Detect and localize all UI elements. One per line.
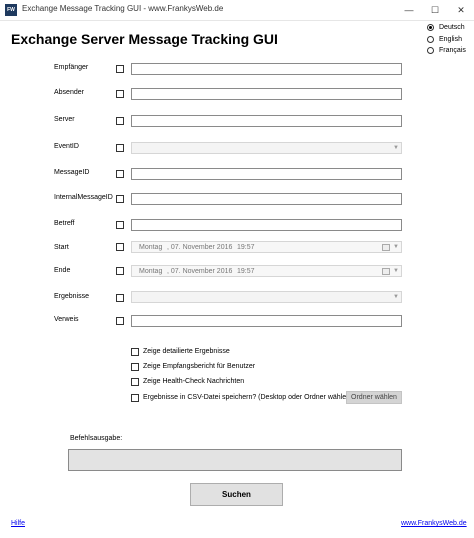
calendar-icon[interactable] <box>382 268 390 275</box>
message-id-checkbox[interactable] <box>116 170 124 178</box>
server-input[interactable] <box>131 115 402 127</box>
command-output-box[interactable] <box>68 449 402 471</box>
search-button[interactable]: Suchen <box>190 483 283 506</box>
window-title: Exchange Message Tracking GUI - www.Fran… <box>22 4 224 13</box>
end-weekday: Montag <box>139 268 163 275</box>
event-id-select[interactable]: ▼ <box>131 142 402 154</box>
option-checkbox[interactable] <box>131 363 139 371</box>
chevron-down-icon: ▼ <box>393 294 399 300</box>
recipient-label: Empfänger <box>54 64 89 71</box>
internal-message-id-label: InternalMessageID <box>54 194 113 201</box>
results-select[interactable]: ▼ <box>131 291 402 303</box>
start-time: 19:57 <box>237 244 255 251</box>
choose-folder-button[interactable]: Ordner wählen <box>346 391 402 404</box>
start-date: , 07. November 2016 <box>167 244 233 251</box>
results-label: Ergebnisse <box>54 293 90 300</box>
end-datetime-picker[interactable]: Montag , 07. November 2016 19:57 ▼ <box>131 265 402 277</box>
subject-checkbox[interactable] <box>116 221 124 229</box>
start-datetime-picker[interactable]: Montag , 07. November 2016 19:57 ▼ <box>131 241 402 253</box>
recipient-checkbox[interactable] <box>116 65 124 73</box>
subject-input[interactable] <box>131 219 402 231</box>
reference-label: Verweis <box>54 316 79 323</box>
internal-message-id-input[interactable] <box>131 193 402 205</box>
language-label: English <box>439 36 462 43</box>
message-id-label: MessageID <box>54 169 90 176</box>
option-checkbox[interactable] <box>131 394 139 402</box>
start-checkbox[interactable] <box>116 243 124 251</box>
option-label: Zeige Health-Check Nachrichten <box>143 378 245 385</box>
chevron-down-icon: ▼ <box>393 145 399 151</box>
radio-selected-icon[interactable] <box>427 24 434 31</box>
website-link[interactable]: www.FrankysWeb.de <box>401 519 467 529</box>
event-id-checkbox[interactable] <box>116 144 124 152</box>
title-bar: FW Exchange Message Tracking GUI - www.F… <box>0 0 474 21</box>
radio-icon[interactable] <box>427 36 434 43</box>
event-id-label: EventID <box>54 143 79 150</box>
minimize-icon[interactable]: — <box>396 0 422 20</box>
results-checkbox[interactable] <box>116 294 124 302</box>
start-label: Start <box>54 244 69 251</box>
option-label: Zeige Empfangsbericht für Benutzer <box>143 363 256 370</box>
option-label: Zeige detailierte Ergebnisse <box>143 348 230 355</box>
chevron-down-icon[interactable]: ▼ <box>393 266 399 277</box>
start-weekday: Montag <box>139 244 163 251</box>
sender-label: Absender <box>54 89 84 96</box>
language-label: Français <box>439 47 466 54</box>
sender-input[interactable] <box>131 88 402 100</box>
recipient-input[interactable] <box>131 63 402 75</box>
app-icon: FW <box>5 4 17 16</box>
help-link[interactable]: Hilfe <box>11 519 25 529</box>
option-checkbox[interactable] <box>131 378 139 386</box>
server-checkbox[interactable] <box>116 117 124 125</box>
message-id-input[interactable] <box>131 168 402 180</box>
option-checkbox[interactable] <box>131 348 139 356</box>
end-time: 19:57 <box>237 268 255 275</box>
reference-input[interactable] <box>131 315 402 327</box>
command-output-label: Befehlsausgabe: <box>70 435 123 442</box>
close-icon[interactable]: ✕ <box>448 0 474 20</box>
reference-checkbox[interactable] <box>116 317 124 325</box>
internal-message-id-checkbox[interactable] <box>116 195 124 203</box>
end-checkbox[interactable] <box>116 267 124 275</box>
radio-icon[interactable] <box>427 47 434 54</box>
end-date: , 07. November 2016 <box>167 268 233 275</box>
page-title: Exchange Server Message Tracking GUI <box>11 31 278 47</box>
sender-checkbox[interactable] <box>116 90 124 98</box>
subject-label: Betreff <box>54 220 75 227</box>
language-label: Deutsch <box>439 24 465 31</box>
end-label: Ende <box>54 267 71 274</box>
option-label: Ergebnisse in CSV-Datei speichern? (Desk… <box>143 394 353 401</box>
maximize-icon[interactable]: ☐ <box>422 0 448 20</box>
calendar-icon[interactable] <box>382 244 390 251</box>
chevron-down-icon[interactable]: ▼ <box>393 242 399 253</box>
server-label: Server <box>54 116 75 123</box>
